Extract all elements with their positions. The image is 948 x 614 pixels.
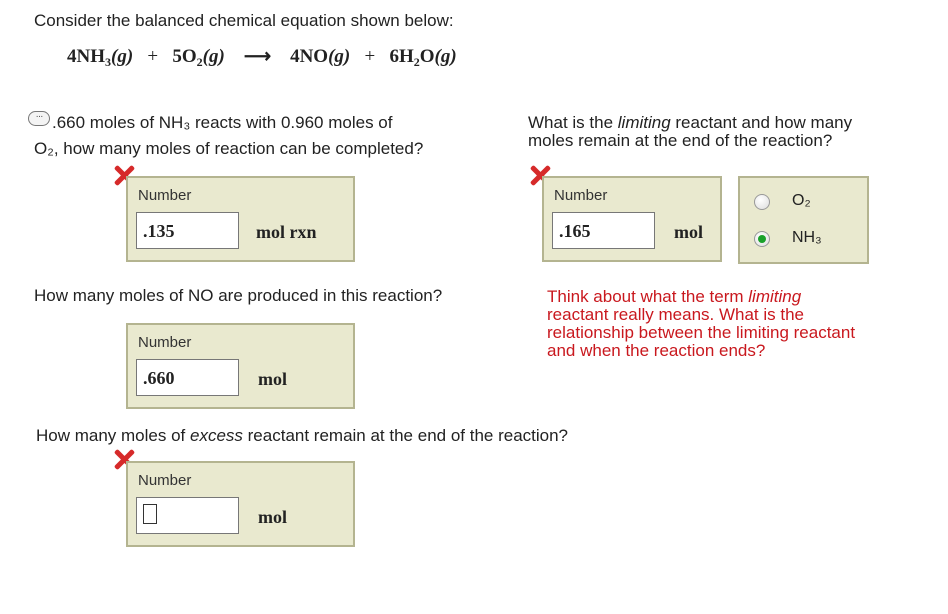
radio-o2-label: O₂ xyxy=(792,192,811,209)
text-cursor-icon xyxy=(143,504,157,524)
q4-number-label: Number xyxy=(138,472,192,489)
q3-unit-label: mol xyxy=(258,369,287,389)
hint-line-3: relationship between the limiting reacta… xyxy=(547,323,856,342)
q4-text: How many moles of excess reactant remain… xyxy=(36,426,569,445)
q4-answer-box: Number mol xyxy=(126,461,355,547)
eq-term-o2: 5O2(g) xyxy=(172,46,225,69)
q1-number-label: Number xyxy=(138,187,192,204)
q2-reactant-radio-group: O₂ NH₃ xyxy=(738,176,869,264)
q4-number-input[interactable] xyxy=(136,497,239,534)
q1-text-line1: .660 moles of NH₃ reacts with 0.960 mole… xyxy=(52,113,393,132)
q1-text-line2: O₂, how many moles of reaction can be co… xyxy=(34,139,424,158)
comment-icon[interactable]: ··· xyxy=(28,111,50,126)
q2-text-line2: moles remain at the end of the reaction? xyxy=(528,131,833,150)
q3-text: How many moles of NO are produced in thi… xyxy=(34,286,443,305)
q3-answer-box: Number .660 mol xyxy=(126,323,355,409)
q2-hint: Think about what the term limiting react… xyxy=(547,288,907,360)
q3-number-label: Number xyxy=(138,334,192,351)
eq-term-no: 4NO(g) xyxy=(290,46,351,67)
radio-nh3[interactable] xyxy=(754,231,770,247)
radio-o2[interactable] xyxy=(754,194,770,210)
q3-number-input[interactable]: .660 xyxy=(136,359,239,396)
q4-unit-label: mol xyxy=(258,507,287,527)
q2-unit-label: mol xyxy=(674,222,703,242)
hint-line-2: reactant really means. What is the xyxy=(547,305,805,324)
q2-number-input[interactable]: .165 xyxy=(552,212,655,249)
hint-line-4: and when the reaction ends? xyxy=(547,341,766,360)
intro-text: Consider the balanced chemical equation … xyxy=(34,11,454,30)
eq-arrow: ⟶ xyxy=(243,46,272,67)
radio-nh3-label: NH₃ xyxy=(792,229,822,246)
q2-number-label: Number xyxy=(554,187,608,204)
balanced-equation: 4NH3(g) + 5O2(g) ⟶ 4NO(g) + 6H2O(g) xyxy=(67,46,457,69)
q1-answer-box: Number .135 mol rxn xyxy=(126,176,355,262)
hint-line-1: Think about what the term limiting xyxy=(547,287,802,306)
eq-term-h2o: 6H2O(g) xyxy=(389,46,457,69)
q1-unit-label: mol rxn xyxy=(256,222,317,242)
q1-number-input[interactable]: .135 xyxy=(136,212,239,249)
q2-answer-box: Number .165 mol xyxy=(542,176,722,262)
eq-term-nh3: 4NH3(g) xyxy=(67,46,134,69)
